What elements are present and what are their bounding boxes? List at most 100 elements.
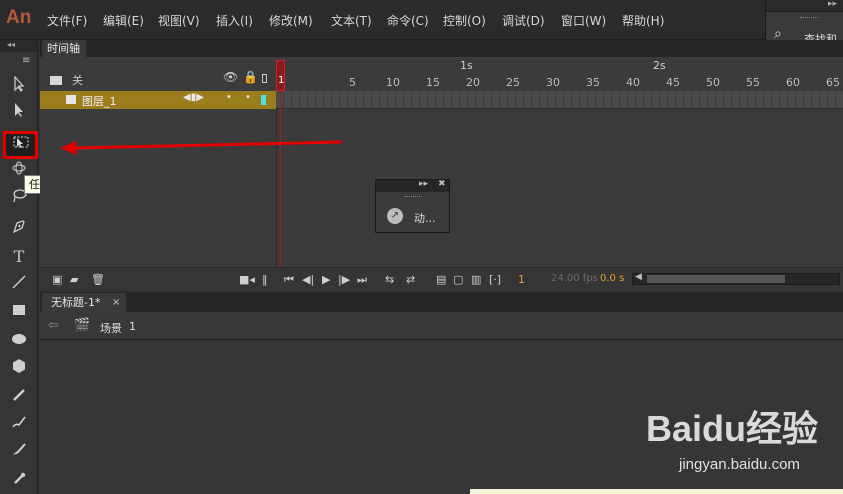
bone-tool-icon[interactable]	[5, 471, 33, 493]
ruler-frame-number: 5	[349, 76, 356, 89]
tools-panel: ◂◂ ≡ T	[0, 40, 38, 494]
elapsed-time[interactable]: 0.0 s	[600, 273, 624, 284]
timeline-scrollbar[interactable]: ◀	[632, 272, 840, 285]
subselection-tool-icon[interactable]	[5, 102, 33, 124]
close-icon[interactable]: ✖	[438, 179, 446, 189]
layer-header-label[interactable]: 关	[72, 74, 83, 87]
scene-label[interactable]: 场景	[100, 320, 122, 336]
ruler-frame-number: 25	[506, 76, 520, 89]
layer-icon	[66, 95, 76, 104]
timeline-panel: 1s 2s 5 10 15 20 25 30 35 40 45 50 55 60…	[40, 57, 843, 290]
last-frame-icon[interactable]: ⏭	[357, 273, 367, 287]
document-title[interactable]: 无标题-1*	[51, 296, 100, 309]
find-panel-header[interactable]: ▸▸	[766, 0, 843, 12]
outline-icon[interactable]	[262, 74, 267, 83]
first-frame-icon[interactable]: ⏮	[284, 273, 294, 287]
layer-folder-icon[interactable]	[50, 76, 62, 85]
text-tool-icon[interactable]: T	[5, 246, 33, 268]
rectangle-tool-icon[interactable]	[5, 302, 33, 324]
menu-commands[interactable]: 命令(C)	[387, 12, 429, 29]
current-frame-value[interactable]: 1	[518, 273, 525, 286]
menu-modify[interactable]: 修改(M)	[269, 12, 313, 29]
loop-icon[interactable]: ⇆	[385, 273, 394, 286]
motion-panel-header[interactable]: ▸▸ ✖	[376, 179, 449, 192]
panel-menu-icon[interactable]: ≡	[22, 55, 30, 66]
layer-visibility-dot[interactable]: •	[226, 92, 232, 103]
frame-rate[interactable]: 24.00 fps	[551, 273, 598, 284]
layer-name[interactable]: 图层_1	[82, 93, 117, 109]
frames-area[interactable]	[276, 109, 843, 267]
tab-document[interactable]: 无标题-1* ×	[42, 293, 126, 312]
onion-skin-outline-icon[interactable]: ▢	[453, 273, 463, 286]
collapse-icon[interactable]: ◂◂	[0, 40, 37, 52]
canvas[interactable]	[470, 489, 843, 494]
document-tabbar: 无标题-1* ×	[40, 292, 843, 312]
frames-row[interactable]	[276, 91, 843, 109]
layer-lock-dot[interactable]: •	[245, 92, 251, 103]
menu-edit[interactable]: 编辑(E)	[103, 12, 144, 29]
menu-control[interactable]: 控制(O)	[443, 12, 486, 29]
layer-navigation-icon[interactable]: ◀▮▶	[183, 92, 204, 103]
motion-editor-icon[interactable]: ↗	[387, 208, 403, 224]
pencil-tool-icon[interactable]	[5, 387, 33, 409]
menu-insert[interactable]: 插入(I)	[216, 12, 253, 29]
menu-help[interactable]: 帮助(H)	[622, 12, 664, 29]
selection-tool-icon[interactable]	[5, 75, 33, 98]
playhead-line	[280, 91, 281, 267]
menu-bar: An 文件(F) 编辑(E) 视图(V) 插入(I) 修改(M) 文本(T) 命…	[0, 0, 843, 40]
expand-icon[interactable]: ▸▸	[419, 179, 428, 189]
line-tool-icon[interactable]	[5, 274, 33, 296]
ruler-second-label: 1s	[460, 59, 473, 72]
back-arrow-icon[interactable]: ⇦	[48, 318, 59, 333]
previous-frame-icon[interactable]: ◀|	[302, 273, 314, 286]
timeline-controls: ▣ ▰ 🗑 ■◂ ‖ ⏮ ◀| ▶ |▶ ⏭ ⇆ ⇄ ▤ ▢ ▥ [·] 1 2…	[40, 267, 843, 290]
motion-panel-label[interactable]: 动...	[414, 210, 436, 226]
menu-debug[interactable]: 调试(D)	[502, 12, 545, 29]
menu-window[interactable]: 窗口(W)	[561, 12, 606, 29]
paint-brush-tool-icon[interactable]	[5, 441, 33, 463]
ruler-frame-number: 50	[706, 76, 720, 89]
tab-timeline[interactable]: 时间轴	[42, 40, 86, 57]
layer-row[interactable]: 图层_1 ◀▮▶ • •	[40, 91, 276, 109]
menu-view[interactable]: 视图(V)	[158, 12, 200, 29]
ruler-frame-number: 30	[546, 76, 560, 89]
close-icon[interactable]: ×	[112, 293, 120, 312]
menu-file[interactable]: 文件(F)	[47, 12, 87, 29]
layer-color-swatch[interactable]	[261, 95, 266, 105]
center-frame-icon[interactable]: ⇄	[406, 273, 415, 286]
scrollbar-thumb[interactable]	[647, 275, 785, 283]
panel-grip[interactable]	[404, 196, 422, 197]
new-layer-icon[interactable]: ▣	[52, 273, 62, 286]
baidu-watermark: Baidu经验 jingyan.baidu.com	[646, 400, 836, 480]
timeline-tabbar: 时间轴	[40, 40, 843, 57]
delete-layer-icon[interactable]: 🗑	[91, 273, 105, 286]
modify-markers-icon[interactable]: [·]	[489, 273, 501, 286]
pen-tool-icon[interactable]	[5, 219, 33, 241]
brush-tool-icon[interactable]	[5, 414, 33, 436]
ruler-frame-number: 45	[666, 76, 680, 89]
lock-icon[interactable]: 🔒	[243, 70, 258, 84]
menu-text[interactable]: 文本(T)	[331, 12, 372, 29]
eye-icon[interactable]: 👁	[223, 70, 238, 84]
edit-multiple-frames-icon[interactable]: ▥	[471, 273, 481, 286]
next-frame-icon[interactable]: |▶	[338, 273, 350, 286]
free-transform-tool-icon[interactable]	[3, 131, 38, 159]
expand-icon[interactable]: ▸▸	[828, 0, 837, 9]
ruler-frame-number: 20	[466, 76, 480, 89]
clapper-icon: 🎬	[74, 318, 91, 333]
layer-header: 关	[50, 72, 83, 88]
play-icon[interactable]: ▶	[322, 273, 330, 286]
oval-tool-icon[interactable]	[5, 331, 33, 353]
onion-skin-icon[interactable]: ▤	[436, 273, 446, 286]
watermark-brand: Baidu经验	[646, 408, 819, 449]
new-folder-icon[interactable]: ▰	[70, 273, 78, 286]
ruler-second-label: 2s	[653, 59, 666, 72]
camera-icon[interactable]: ■◂	[239, 273, 255, 286]
polystar-tool-icon[interactable]	[5, 358, 33, 380]
panel-grip[interactable]	[800, 17, 818, 19]
separator-icon: ‖	[262, 273, 268, 286]
annotation-arrow	[60, 140, 343, 155]
scroll-left-icon[interactable]: ◀	[635, 272, 642, 282]
frame-ruler[interactable]: 1s 2s 5 10 15 20 25 30 35 40 45 50 55 60…	[316, 57, 843, 91]
playhead-frame-number: 1	[278, 75, 285, 86]
